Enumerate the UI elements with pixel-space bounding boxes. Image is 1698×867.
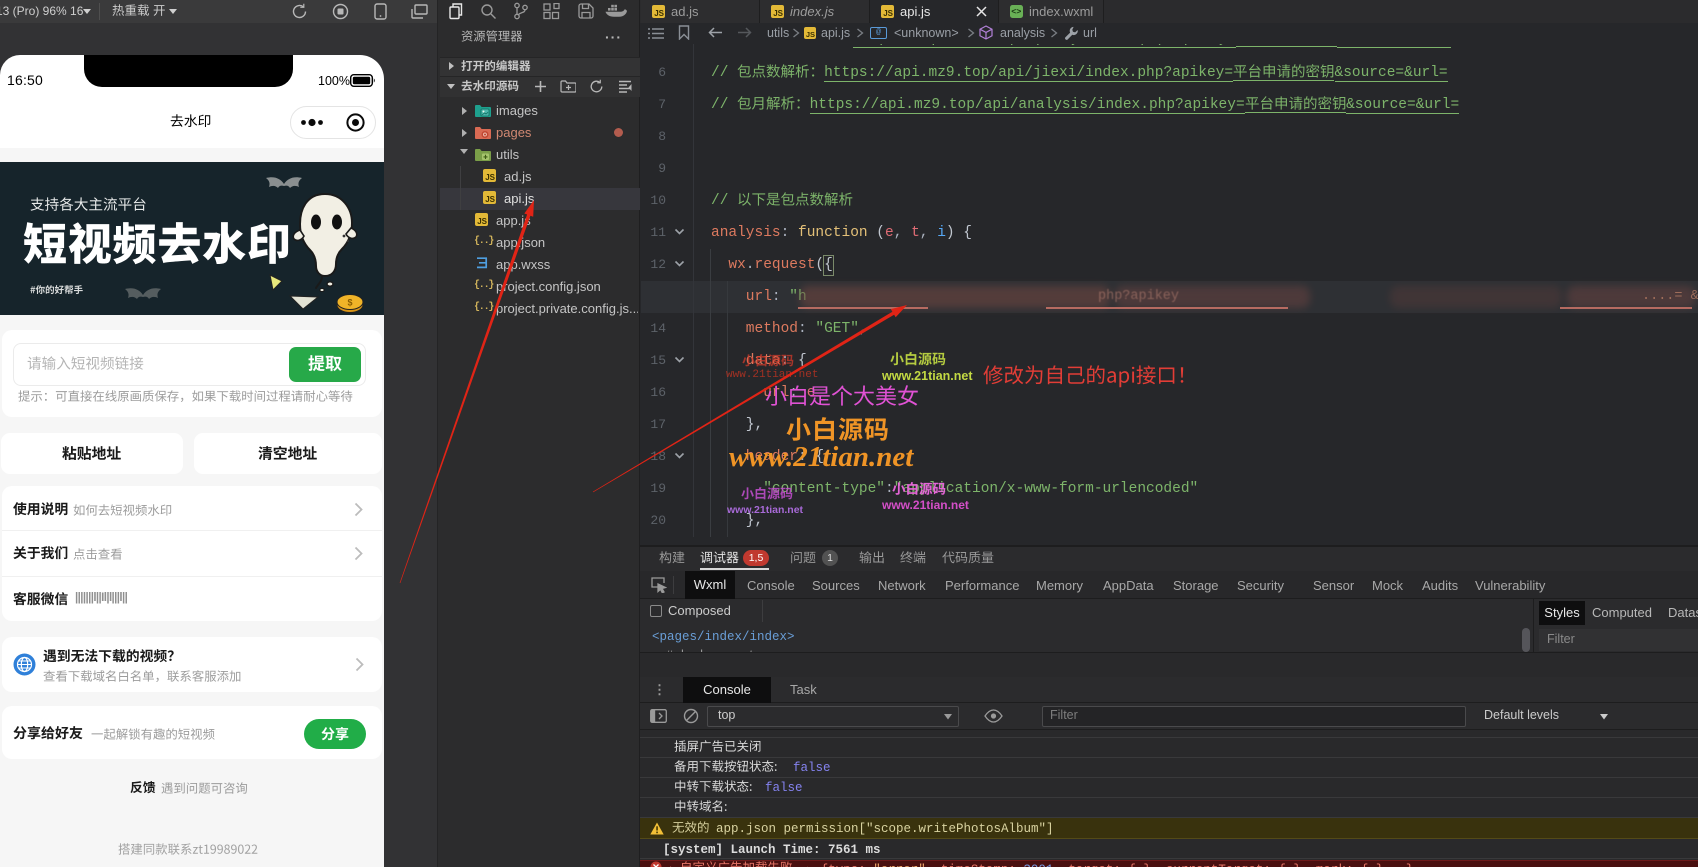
- svg-text:$: $: [347, 298, 352, 308]
